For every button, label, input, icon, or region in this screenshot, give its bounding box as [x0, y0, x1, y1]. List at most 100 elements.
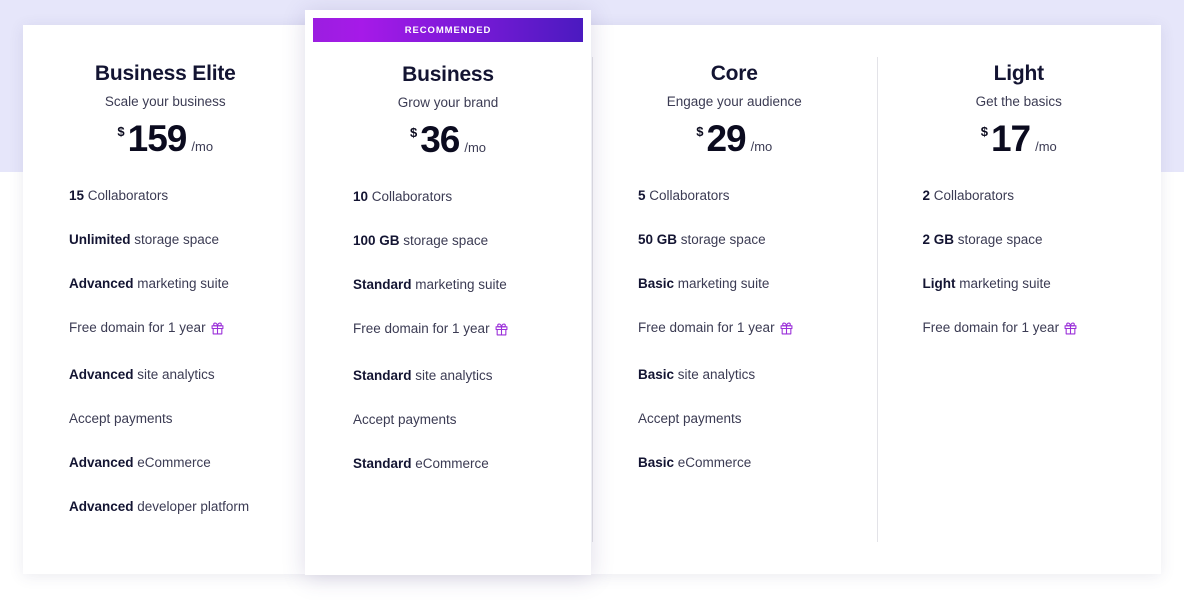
feature-highlight: Light [922, 276, 956, 291]
feature-item: Standard marketing suite [353, 275, 553, 294]
plan-column-business-elite: Business Elite Scale your business $159/mo… [23, 25, 308, 574]
feature-item: Free domain for 1 year [69, 318, 269, 340]
feature-highlight: Basic [638, 276, 675, 291]
plan-price: $29/mo [592, 118, 877, 160]
price-amount: 159 [127, 118, 188, 159]
feature-highlight: Advanced [69, 455, 134, 470]
plans-container: Business Elite Scale your business $159/mo… [23, 25, 1161, 574]
feature-highlight: 50 GB [638, 232, 678, 247]
feature-item: 100 GB storage space [353, 231, 553, 250]
price-currency-symbol: $ [980, 124, 988, 139]
plan-name: Business Elite [94, 62, 236, 85]
plan-header: Core Engage your audience $29/mo [592, 25, 877, 160]
feature-highlight: Basic [638, 455, 675, 470]
feature-highlight: 2 GB [922, 232, 955, 247]
feature-highlight: Basic [638, 367, 675, 382]
feature-highlight: Advanced [69, 499, 134, 514]
feature-item: Accept payments [638, 409, 838, 428]
feature-highlight: Advanced [69, 367, 134, 382]
feature-highlight: 15 [69, 188, 85, 203]
feature-text: Free domain for 1 year [638, 320, 775, 335]
feature-item: 10 Collaborators [353, 187, 553, 206]
gift-icon [1064, 321, 1077, 340]
feature-text: Collaborators [645, 188, 730, 203]
feature-item: 50 GB storage space [638, 230, 838, 249]
feature-text: site analytics [411, 368, 493, 383]
plan-price: $159/mo [23, 118, 308, 160]
feature-text: eCommerce [411, 456, 489, 471]
feature-highlight: Standard [353, 456, 412, 471]
feature-item: 2 GB storage space [923, 230, 1123, 249]
feature-item: Advanced marketing suite [69, 274, 269, 293]
feature-item: Free domain for 1 year [638, 318, 838, 340]
feature-highlight: 100 GB [353, 233, 400, 248]
feature-item: Standard eCommerce [353, 454, 553, 473]
plan-tagline: Scale your business [104, 94, 226, 109]
feature-list: 10 Collaborators 100 GB storage space Stan… [313, 187, 583, 473]
feature-highlight: 5 [638, 188, 646, 203]
feature-text: site analytics [133, 367, 215, 382]
feature-text: marketing suite [133, 276, 229, 291]
feature-item: Free domain for 1 year [353, 319, 553, 341]
feature-text: storage space [954, 232, 1043, 247]
feature-text: Accept payments [638, 411, 742, 426]
feature-item: Standard site analytics [353, 366, 553, 385]
feature-text: Free domain for 1 year [69, 320, 206, 335]
feature-highlight: 10 [353, 189, 369, 204]
price-currency-symbol: $ [696, 124, 704, 139]
recommended-badge: RECOMMENDED [313, 18, 583, 42]
plan-column-core: Core Engage your audience $29/mo 5 Collabor… [592, 25, 877, 574]
feature-item: Unlimited storage space [69, 230, 269, 249]
feature-item: Free domain for 1 year [923, 318, 1123, 340]
gift-icon [780, 321, 793, 340]
price-period: /mo [750, 139, 773, 154]
plan-price: $36/mo [313, 119, 583, 161]
plan-tagline: Grow your brand [397, 95, 499, 110]
feature-text: storage space [399, 233, 489, 248]
feature-text: Accept payments [69, 411, 173, 426]
plan-name: Business [402, 63, 494, 86]
gift-icon [495, 322, 508, 341]
price-amount: 36 [420, 119, 460, 160]
feature-text: developer platform [133, 499, 250, 514]
feature-text: Accept payments [353, 412, 457, 427]
feature-item: Basic eCommerce [638, 453, 838, 472]
feature-text: Collaborators [84, 188, 169, 203]
feature-text: site analytics [674, 367, 756, 382]
gift-icon [211, 321, 224, 340]
feature-item: Advanced eCommerce [69, 453, 269, 472]
feature-text: eCommerce [133, 455, 211, 470]
feature-item: Accept payments [353, 410, 553, 429]
feature-text: Collaborators [368, 189, 453, 204]
feature-highlight: 2 [922, 188, 931, 203]
feature-highlight: Unlimited [69, 232, 131, 247]
feature-text: marketing suite [411, 277, 507, 292]
plan-header: Light Get the basics $17/mo [877, 25, 1162, 160]
price-amount: 29 [706, 118, 746, 159]
feature-item: Advanced developer platform [69, 497, 269, 516]
feature-text: Collaborators [930, 188, 1015, 203]
feature-item: Accept payments [69, 409, 269, 428]
feature-list: 2 Collaborators 2 GB storage space Light m… [877, 186, 1162, 340]
feature-item: 15 Collaborators [69, 186, 269, 205]
price-period: /mo [191, 139, 214, 154]
feature-highlight: Advanced [69, 276, 134, 291]
feature-item: Basic site analytics [638, 365, 838, 384]
plan-price: $17/mo [877, 118, 1162, 160]
price-currency-symbol: $ [117, 124, 125, 139]
plan-name: Light [993, 62, 1045, 85]
plan-header: Business Elite Scale your business $159/mo [23, 25, 308, 160]
plan-card-business-recommended[interactable]: RECOMMENDED Business Grow your brand $36/m… [305, 10, 591, 575]
pricing-table: Business Elite Scale your business $159/mo… [0, 0, 1184, 600]
feature-list: 5 Collaborators 50 GB storage space Basic … [592, 186, 877, 472]
feature-highlight: Standard [353, 277, 412, 292]
feature-text: storage space [677, 232, 766, 247]
feature-text: Free domain for 1 year [353, 321, 490, 336]
feature-text: Free domain for 1 year [922, 320, 1060, 335]
plan-header: Business Grow your brand $36/mo [313, 42, 583, 161]
feature-highlight: Standard [353, 368, 412, 383]
price-currency-symbol: $ [409, 125, 418, 140]
price-period: /mo [464, 140, 487, 155]
plan-name: Core [710, 62, 758, 85]
feature-text: storage space [130, 232, 220, 247]
